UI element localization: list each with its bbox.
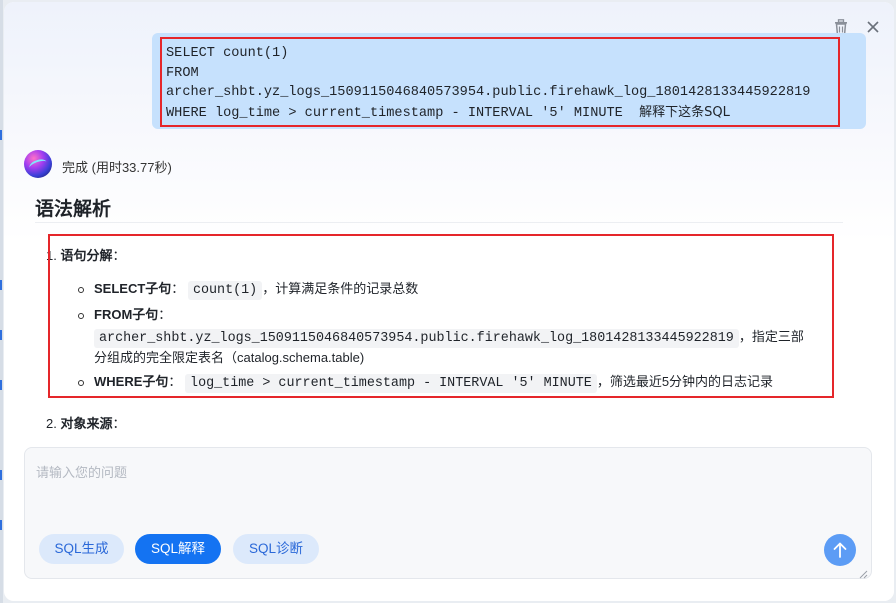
left-edge-marker: [0, 330, 2, 340]
list-item-2-heading: 2. 对象来源：: [46, 413, 126, 432]
close-icon[interactable]: [865, 19, 881, 35]
assistant-avatar: [24, 150, 52, 178]
mode-button-sql-diagnose[interactable]: SQL诊断: [233, 534, 319, 564]
left-edge-marker: [0, 470, 2, 480]
question-input[interactable]: 请输入您的问题: [36, 462, 127, 481]
left-edge-marker: [0, 280, 2, 290]
mode-button-sql-explain[interactable]: SQL解释: [135, 534, 221, 564]
left-edge-strip: [0, 0, 3, 603]
assistant-status: 完成 (用时33.77秒): [62, 160, 172, 175]
send-arrow-icon: [833, 542, 847, 558]
send-button[interactable]: [824, 534, 856, 566]
highlight-box-answer: [48, 234, 834, 398]
heading-divider: [35, 222, 843, 223]
answer-heading: 语法解析: [35, 198, 112, 220]
left-edge-marker: [0, 380, 2, 390]
list-item-number: 2.: [46, 416, 57, 431]
list-item-colon: ：: [112, 416, 126, 431]
list-item-title: 对象来源: [60, 416, 113, 431]
mode-button-sql-generate[interactable]: SQL生成: [39, 534, 124, 564]
left-edge-marker: [0, 130, 2, 140]
resize-handle-icon[interactable]: [858, 566, 868, 579]
highlight-box-user-message: [160, 37, 840, 127]
left-edge-marker: [0, 520, 2, 530]
